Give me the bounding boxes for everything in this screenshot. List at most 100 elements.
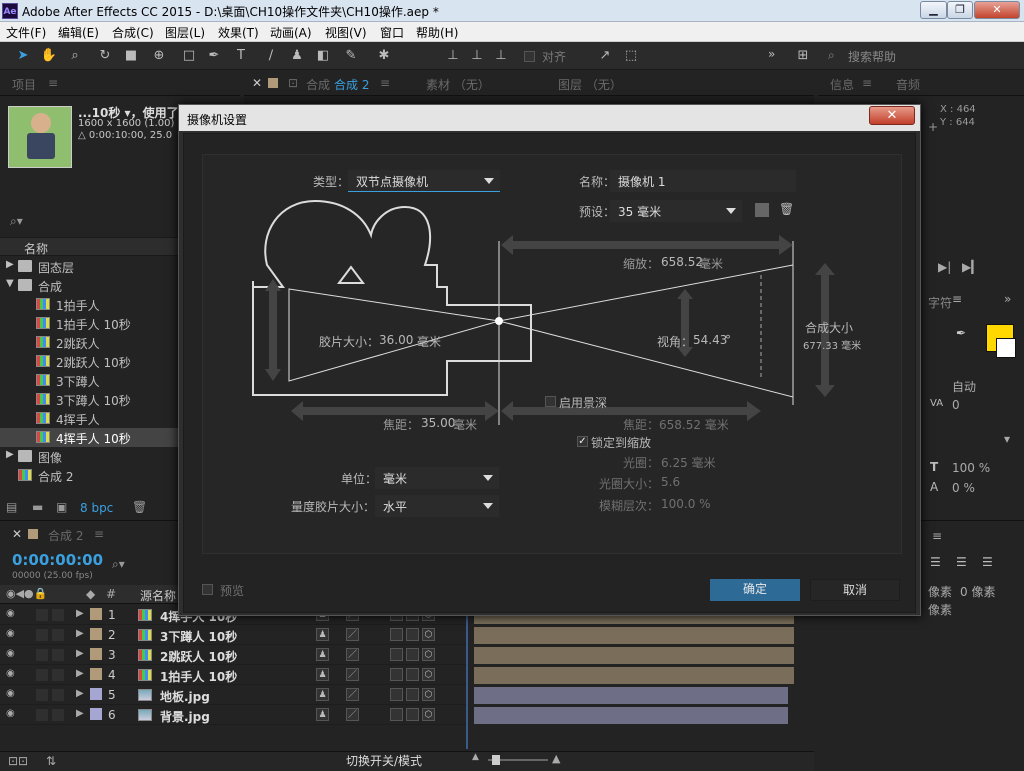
lock-switch[interactable]	[52, 669, 64, 681]
layer-name[interactable]: 1拍手人 10秒	[160, 668, 237, 685]
shy-switch-icon[interactable]: ♟	[316, 668, 329, 681]
quality-switch-icon[interactable]: ／	[346, 688, 359, 701]
layer-label-color[interactable]	[90, 628, 102, 640]
expanded-triangle-icon[interactable]: ▼	[6, 278, 14, 289]
timeline-layer-row[interactable]: ◉ ▶ 3 2跳跃人 10秒 ♟ ／ ⬡	[0, 645, 466, 665]
zoom-tool-icon[interactable]: ⌕	[66, 47, 84, 65]
preview-checkbox[interactable]	[202, 584, 213, 595]
layer-duration-bar[interactable]	[474, 647, 794, 664]
layer-label-color[interactable]	[90, 708, 102, 720]
puppet-pin-tool-icon[interactable]: ✱	[375, 47, 393, 65]
align-right-icon[interactable]: ☰	[982, 555, 993, 569]
restore-button[interactable]: ❐	[947, 1, 973, 19]
layer-duration-bar[interactable]	[474, 707, 788, 724]
more-panels-icon[interactable]: »	[1004, 292, 1011, 306]
clone-stamp-tool-icon[interactable]: ♟	[288, 47, 306, 65]
vertical-scale-value[interactable]: 100 %	[952, 461, 990, 475]
local-axis-mode-icon[interactable]: ⊥	[444, 47, 462, 65]
film-size-value[interactable]: 36.00	[379, 333, 413, 347]
layer-name[interactable]: 3下蹲人 10秒	[160, 628, 237, 645]
snapping-checkbox[interactable]	[524, 51, 535, 62]
menu-view[interactable]: 视图(V)	[325, 24, 367, 41]
brush-tool-icon[interactable]: ∕	[262, 47, 280, 65]
rotate-tool-icon[interactable]: ↻	[96, 47, 114, 65]
layer-switch[interactable]	[390, 668, 403, 681]
project-search-icon[interactable]: ⌕▾	[10, 214, 23, 229]
eye-icon[interactable]: ◉	[6, 668, 15, 679]
timeline-menu-icon[interactable]: ≡	[94, 527, 104, 541]
interpret-footage-icon[interactable]: ▤	[6, 500, 17, 514]
camera-tool-icon[interactable]: ■	[122, 47, 140, 65]
align-left-icon[interactable]: ☰	[930, 555, 941, 569]
menu-composition[interactable]: 合成(C)	[112, 24, 154, 41]
solo-switch[interactable]	[36, 709, 48, 721]
shy-switch-icon[interactable]: ♟	[316, 688, 329, 701]
expand-layer-icon[interactable]: ▶	[76, 648, 84, 659]
preset-dropdown[interactable]: 35 毫米	[610, 200, 742, 222]
hand-tool-icon[interactable]: ✋	[40, 47, 58, 65]
units-dropdown[interactable]: 毫米	[375, 467, 499, 489]
project-comp-item[interactable]: 1拍手人 10秒	[0, 314, 178, 333]
new-composition-icon[interactable]: ▣	[56, 500, 67, 514]
project-comp-item[interactable]: 2跳跃人 10秒	[0, 352, 178, 371]
character-menu-icon[interactable]: ≡	[952, 292, 962, 306]
project-comp-item[interactable]: 3下蹲人 10秒	[0, 390, 178, 409]
tab-layer[interactable]: 图层 （无）	[558, 76, 622, 93]
layer-switch[interactable]	[406, 628, 419, 641]
layer-switch[interactable]	[390, 648, 403, 661]
world-axis-mode-icon[interactable]: ⊥	[468, 47, 486, 65]
expand-layer-icon[interactable]: ▶	[76, 668, 84, 679]
bit-depth[interactable]: 8 bpc	[80, 501, 113, 515]
eye-icon[interactable]: ◉	[6, 628, 15, 639]
ok-button[interactable]: 确定	[710, 579, 800, 601]
search-help-input[interactable]: 搜索帮助	[848, 48, 896, 65]
eye-icon[interactable]: ◉	[6, 688, 15, 699]
layer-name[interactable]: 地板.jpg	[160, 688, 210, 705]
delete-icon[interactable]: 🗑	[132, 500, 147, 514]
3d-layer-icon[interactable]: ⬡	[422, 668, 435, 681]
quality-switch-icon[interactable]: ／	[346, 668, 359, 681]
layer-switch[interactable]	[390, 688, 403, 701]
quality-switch-icon[interactable]: ／	[346, 708, 359, 721]
3d-layer-icon[interactable]: ⬡	[422, 628, 435, 641]
timeline-zoom-slider[interactable]: ▲ ▲	[470, 752, 570, 766]
menu-effect[interactable]: 效果(T)	[218, 24, 259, 41]
project-comp-item[interactable]: 1拍手人	[0, 295, 178, 314]
layer-duration-bar[interactable]	[474, 627, 794, 644]
project-comp-item[interactable]: 4挥手人	[0, 409, 178, 428]
eye-icon[interactable]: ◉	[6, 648, 15, 659]
expand-layer-icon[interactable]: ▶	[76, 628, 84, 639]
play-icon[interactable]: ▶|	[938, 260, 951, 274]
toggle-modes-icon[interactable]: ⇅	[46, 754, 56, 768]
timeline-layer-row[interactable]: ◉ ▶ 5 地板.jpg ♟ ／ ⬡	[0, 685, 466, 705]
source-name-column[interactable]: 源名称	[140, 587, 176, 604]
zoom-value[interactable]: 658.52	[661, 255, 703, 269]
project-folder-item[interactable]: ▶ 图像	[0, 447, 178, 466]
tracking-value[interactable]: 0	[952, 398, 960, 412]
lock-to-zoom-checkbox[interactable]: ✓	[577, 436, 588, 447]
snap-features-icon[interactable]: ⬚	[622, 47, 640, 65]
font-style-dropdown-icon[interactable]: ▾	[1004, 432, 1010, 446]
expand-layer-icon[interactable]: ▶	[76, 608, 84, 619]
project-comp-item[interactable]: 合成 2	[0, 466, 178, 485]
indent-left-value[interactable]: 像素	[928, 583, 952, 600]
baseline-shift-value[interactable]: 0 %	[952, 481, 975, 495]
lock-switch[interactable]	[52, 709, 64, 721]
3d-layer-icon[interactable]: ⬡	[422, 688, 435, 701]
camera-type-dropdown[interactable]: 双节点摄像机	[348, 170, 500, 192]
close-comp-tab-icon[interactable]: ✕	[252, 76, 262, 90]
menu-edit[interactable]: 编辑(E)	[58, 24, 99, 41]
minimize-button[interactable]: ▁	[920, 1, 947, 19]
project-comp-item[interactable]: 2跳跃人	[0, 333, 178, 352]
project-menu-icon[interactable]: ≡	[48, 76, 58, 90]
zoom-in-icon[interactable]: ▲	[552, 752, 560, 765]
solo-switch[interactable]	[36, 609, 48, 621]
viewer-menu-icon[interactable]: ≡	[380, 76, 390, 90]
pen-tool-icon[interactable]: ✒	[205, 47, 223, 65]
focal-length-value[interactable]: 35.00	[421, 416, 455, 430]
shy-switch-icon[interactable]: ♟	[316, 648, 329, 661]
project-folder-item[interactable]: ▼ 合成	[0, 276, 178, 295]
layer-label-color[interactable]	[90, 688, 102, 700]
tab-info[interactable]: 信息	[830, 76, 854, 93]
angle-of-view-value[interactable]: 54.43	[693, 333, 727, 347]
